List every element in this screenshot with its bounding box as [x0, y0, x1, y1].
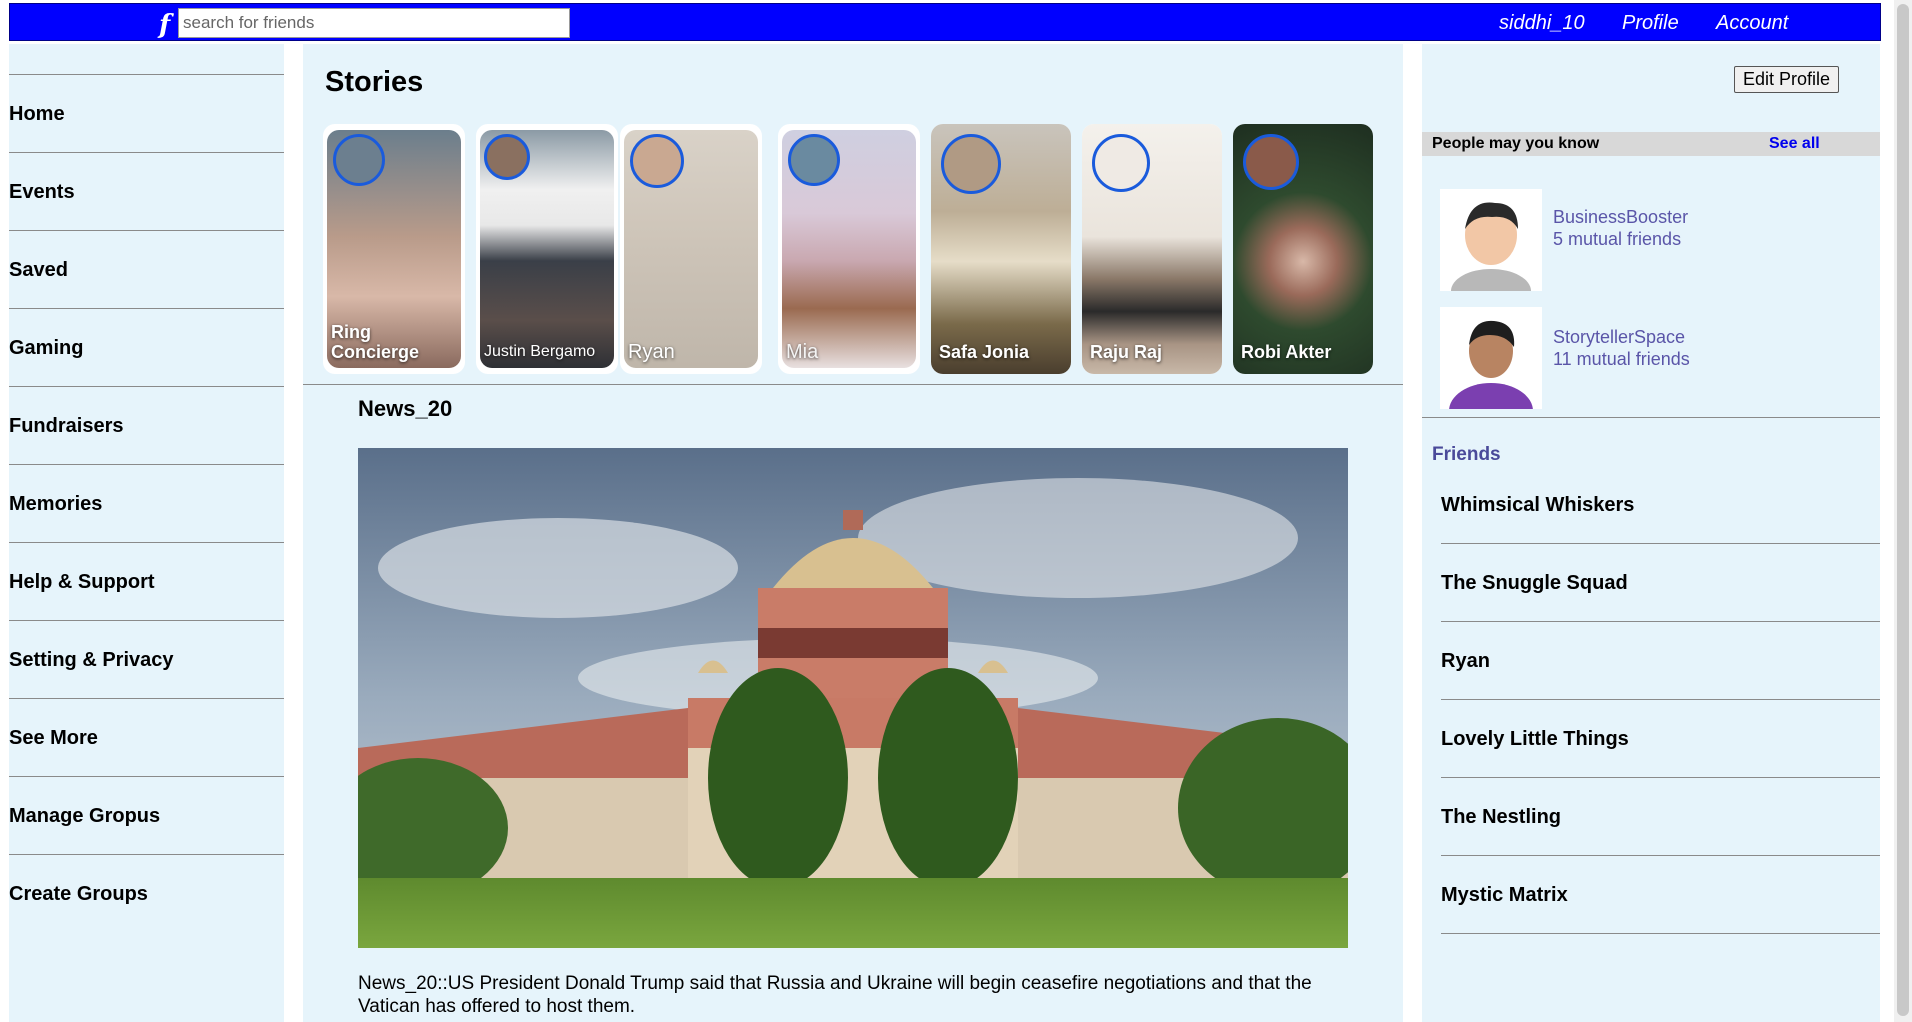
- friend-item[interactable]: Mystic Matrix: [1441, 856, 1880, 934]
- story-name: Safa Jonia: [939, 342, 1030, 362]
- stories-heading: Stories: [325, 66, 424, 98]
- sidebar-item-home[interactable]: Home: [9, 74, 284, 152]
- friend-item[interactable]: The Nestling: [1441, 778, 1880, 856]
- story-avatar: [484, 134, 530, 180]
- story-card[interactable]: Ring Concierge: [323, 124, 465, 374]
- story-name: Raju Raj: [1090, 342, 1163, 362]
- suggestion-avatar[interactable]: [1440, 189, 1542, 291]
- story-avatar: [630, 134, 684, 188]
- profile-link[interactable]: Profile: [1622, 11, 1679, 35]
- edit-profile-button[interactable]: Edit Profile: [1734, 66, 1840, 93]
- friend-item[interactable]: Whimsical Whiskers: [1441, 466, 1880, 544]
- sidebar-item-memories[interactable]: Memories: [9, 464, 284, 542]
- story-card[interactable]: Justin Bergamo: [476, 124, 618, 374]
- sidebar-item-settings-privacy[interactable]: Setting & Privacy: [9, 620, 284, 698]
- account-link[interactable]: Account: [1716, 11, 1788, 35]
- see-all-link[interactable]: See all: [1769, 135, 1820, 153]
- story-card[interactable]: Mia: [778, 124, 920, 374]
- people-you-may-know-title: People may you know: [1432, 135, 1600, 152]
- sidebar-item-create-groups[interactable]: Create Groups: [9, 854, 284, 932]
- sidebar-item-see-more[interactable]: See More: [9, 698, 284, 776]
- friend-item[interactable]: Lovely Little Things: [1441, 700, 1880, 778]
- story-card[interactable]: Robi Akter: [1233, 124, 1373, 374]
- story-name: Robi Akter: [1241, 342, 1332, 362]
- sidebar-item-gaming[interactable]: Gaming: [9, 308, 284, 386]
- friends-heading: Friends: [1432, 444, 1501, 465]
- suggestion-name[interactable]: BusinessBooster: [1553, 206, 1688, 228]
- story-name: Ring Concierge: [331, 322, 420, 362]
- story-card[interactable]: Ryan: [620, 124, 762, 374]
- top-navbar: f siddhi_10 Profile Account: [9, 3, 1881, 41]
- main-feed: Stories Ring Concierge Justin Bergamo Ry…: [303, 44, 1403, 1022]
- sidebar-item-events[interactable]: Events: [9, 152, 284, 230]
- people-you-may-know-header: People may you know See all: [1422, 132, 1880, 156]
- sidebar-item-manage-groups[interactable]: Manage Gropus: [9, 776, 284, 854]
- story-avatar: [1243, 134, 1299, 190]
- suggestion-name[interactable]: StorytellerSpace: [1553, 326, 1685, 348]
- avatar-icon: [1440, 307, 1542, 409]
- post-title: News_20: [358, 396, 453, 421]
- right-panel-divider: [1422, 417, 1880, 418]
- username-link[interactable]: siddhi_10: [1499, 11, 1585, 35]
- sidebar-item-help-support[interactable]: Help & Support: [9, 542, 284, 620]
- story-avatar: [788, 134, 840, 186]
- story-avatar: [941, 134, 1001, 194]
- suggestion-avatar[interactable]: [1440, 307, 1542, 409]
- post-text: News_20::US President Donald Trump said …: [358, 973, 1312, 1017]
- post-image[interactable]: [358, 448, 1348, 948]
- sidebar-item-saved[interactable]: Saved: [9, 230, 284, 308]
- story-avatar: [333, 134, 385, 186]
- avatar-icon: [1440, 189, 1542, 291]
- friend-item[interactable]: The Snuggle Squad: [1441, 544, 1880, 622]
- right-sidebar: Edit Profile People may you know See all…: [1422, 44, 1880, 1022]
- left-sidebar: Home Events Saved Gaming Fundraisers Mem…: [9, 44, 284, 1022]
- story-name: Ryan: [628, 341, 675, 363]
- sidebar-item-fundraisers[interactable]: Fundraisers: [9, 386, 284, 464]
- story-card[interactable]: Safa Jonia: [931, 124, 1071, 374]
- suggestion-mutual-friends: 11 mutual friends: [1553, 349, 1690, 369]
- stories-divider: [303, 384, 1403, 385]
- story-name: Mia: [786, 341, 819, 363]
- story-avatar: [1092, 134, 1150, 192]
- court-building-illustration: [358, 448, 1348, 948]
- page-scrollbar-thumb[interactable]: [1897, 4, 1909, 1016]
- facebook-logo-icon[interactable]: f: [159, 10, 170, 40]
- story-name: Justin Bergamo: [484, 343, 596, 360]
- search-input[interactable]: [178, 8, 570, 38]
- story-card[interactable]: Raju Raj: [1082, 124, 1222, 374]
- friend-item[interactable]: Ryan: [1441, 622, 1880, 700]
- suggestion-mutual-friends: 5 mutual friends: [1553, 229, 1682, 249]
